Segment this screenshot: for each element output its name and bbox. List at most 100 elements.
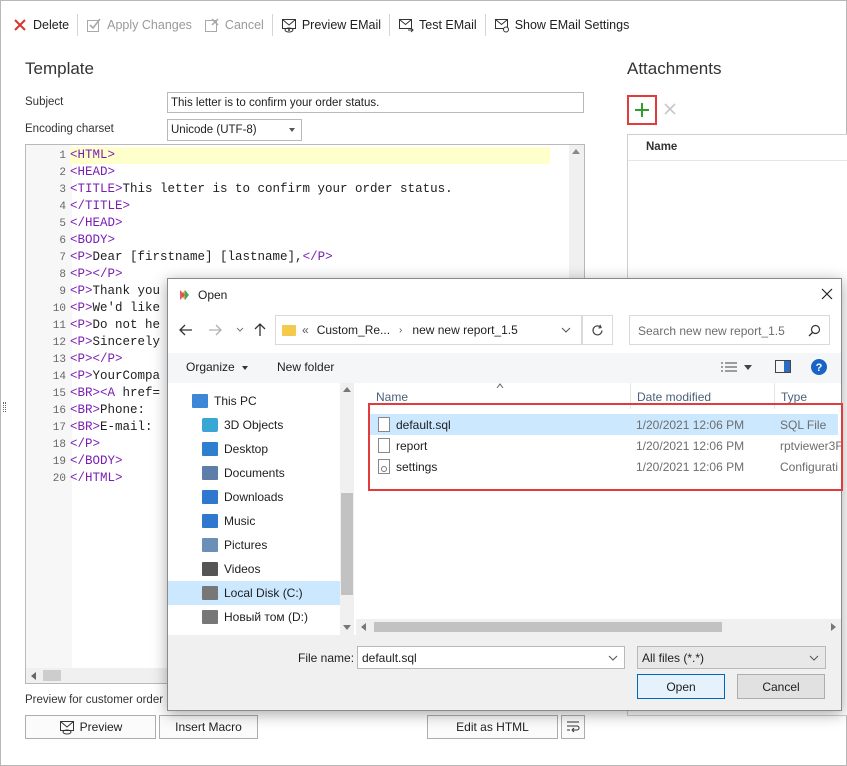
chevron-down-icon[interactable]: [561, 327, 571, 333]
forward-arrow-icon[interactable]: [208, 324, 222, 336]
code-line[interactable]: 7 <P>Dear [firstname] [lastname],</P>: [26, 249, 571, 266]
search-input[interactable]: Search new new report_1.5: [629, 315, 830, 345]
dialog-close-icon[interactable]: [821, 288, 833, 300]
delete-label: Delete: [33, 18, 70, 32]
nav-item-label: Desktop: [224, 442, 269, 456]
cube-icon: [202, 418, 218, 432]
subject-label: Subject: [25, 96, 64, 108]
chevron-down-icon[interactable]: [608, 655, 618, 661]
nav-item-label: Local Disk (C:): [224, 586, 303, 600]
scroll-left-icon[interactable]: [31, 672, 36, 680]
code-content: <HEAD>: [70, 165, 115, 179]
preview-pane-icon[interactable]: [775, 360, 791, 373]
chevron-down-icon[interactable]: [744, 365, 752, 370]
file-name-label: File name:: [298, 651, 355, 665]
nav-item[interactable]: Downloads: [168, 485, 340, 509]
html-tag-token: </HEAD>: [70, 216, 123, 230]
nav-scroll-thumb[interactable]: [341, 493, 353, 595]
address-bar[interactable]: « Custom_Re... › new new report_1.5: [275, 315, 582, 345]
insert-macro-button[interactable]: Insert Macro: [159, 715, 258, 739]
line-number: 4: [59, 201, 66, 213]
nav-item[interactable]: Новый том (D:): [168, 605, 340, 629]
delete-button[interactable]: Delete: [6, 12, 75, 38]
add-attachment-button[interactable]: [627, 95, 657, 125]
show-email-settings-button[interactable]: Show EMail Settings: [488, 12, 636, 38]
line-number: 11: [52, 320, 66, 332]
nav-item[interactable]: Local Disk (C:): [168, 581, 340, 605]
download-icon: [202, 490, 218, 504]
code-line[interactable]: 4 </TITLE>: [26, 198, 571, 215]
line-number: 15: [52, 388, 66, 400]
horizontal-scroll-thumb[interactable]: [43, 670, 61, 681]
code-content: </HEAD>: [70, 216, 123, 230]
line-number: 13: [52, 354, 66, 366]
new-folder-button[interactable]: New folder: [277, 360, 334, 374]
path-segment-custom-reports[interactable]: Custom_Re...: [317, 323, 390, 337]
encoding-charset-select[interactable]: Unicode (UTF-8): [167, 119, 302, 141]
nav-item-label: Music: [224, 514, 256, 528]
refresh-button[interactable]: [582, 315, 613, 345]
help-icon[interactable]: ?: [811, 359, 827, 375]
navigation-pane[interactable]: This PC 3D Objects Desktop Documents Downloa…: [168, 383, 354, 639]
scroll-left-icon[interactable]: [361, 623, 366, 631]
html-tag-token: <P>: [70, 284, 93, 298]
html-tag-token: <P>: [70, 369, 93, 383]
code-line[interactable]: 5 </HEAD>: [26, 215, 571, 232]
nav-item[interactable]: Music: [168, 509, 340, 533]
preview-button[interactable]: Preview: [25, 715, 156, 739]
file-name-input[interactable]: default.sql: [357, 646, 625, 669]
column-date-header[interactable]: Date modified: [637, 390, 711, 404]
splitter-grip-icon[interactable]: [3, 402, 6, 412]
test-email-button[interactable]: Test EMail: [392, 12, 483, 38]
organize-menu[interactable]: Organize: [186, 360, 249, 374]
code-content: </HTML>: [70, 471, 123, 485]
scroll-up-icon[interactable]: [343, 387, 351, 392]
folder-icon: [282, 324, 296, 336]
open-button[interactable]: Open: [637, 674, 725, 699]
nav-item[interactable]: This PC: [168, 389, 340, 413]
html-tag-token: <BR>: [70, 386, 101, 400]
edit-as-html-button[interactable]: Edit as HTML: [427, 715, 558, 739]
code-line[interactable]: 3 <TITLE>This letter is to confirm your o…: [26, 181, 571, 198]
path-overflow[interactable]: «: [302, 323, 309, 337]
nav-item[interactable]: Pictures: [168, 533, 340, 557]
nav-item[interactable]: 3D Objects: [168, 413, 340, 437]
column-name-header[interactable]: Name: [376, 390, 408, 404]
up-arrow-icon[interactable]: [254, 323, 266, 337]
search-placeholder: Search new new report_1.5: [638, 324, 785, 338]
preview-email-button[interactable]: Preview EMail: [275, 12, 387, 38]
nav-item-label: Downloads: [224, 490, 284, 504]
attachments-column-name[interactable]: Name: [628, 135, 847, 161]
code-line[interactable]: 2 <HEAD>: [26, 164, 571, 181]
nav-item[interactable]: Documents: [168, 461, 340, 485]
view-options-icon[interactable]: [720, 361, 738, 373]
back-arrow-icon[interactable]: [179, 324, 193, 336]
cancel-toolbar-button[interactable]: Cancel: [198, 12, 270, 38]
scroll-up-icon[interactable]: [572, 149, 580, 154]
word-wrap-button[interactable]: [561, 715, 585, 739]
desktop-icon: [202, 442, 218, 456]
html-tag-token: <P>: [70, 318, 93, 332]
nav-item[interactable]: Videos: [168, 557, 340, 581]
file-list-horizontal-scrollbar[interactable]: [356, 619, 841, 635]
scroll-right-icon[interactable]: [831, 623, 836, 631]
check-icon: [87, 18, 101, 32]
column-type-header[interactable]: Type: [781, 390, 807, 404]
code-line[interactable]: 1 <HTML>: [26, 147, 571, 164]
remove-attachment-button[interactable]: [662, 101, 678, 117]
code-line[interactable]: 6 <BODY>: [26, 232, 571, 249]
file-list-scroll-thumb[interactable]: [374, 622, 722, 632]
computer-icon: [192, 394, 208, 408]
nav-item[interactable]: Desktop: [168, 437, 340, 461]
path-segment-report[interactable]: new new report_1.5: [412, 323, 517, 337]
apply-changes-button[interactable]: Apply Changes: [80, 12, 198, 38]
recent-locations-chevron-icon[interactable]: [236, 327, 244, 333]
subject-input[interactable]: This letter is to confirm your order sta…: [167, 92, 584, 113]
nav-pane-scrollbar[interactable]: [340, 383, 354, 635]
scroll-down-icon[interactable]: [343, 625, 351, 630]
dialog-cancel-button[interactable]: Cancel: [737, 674, 825, 699]
html-tag-token: <P>: [70, 267, 93, 281]
line-number: 7: [59, 252, 66, 264]
text-token: href=: [122, 386, 161, 400]
file-type-filter-select[interactable]: All files (*.*): [637, 646, 826, 669]
